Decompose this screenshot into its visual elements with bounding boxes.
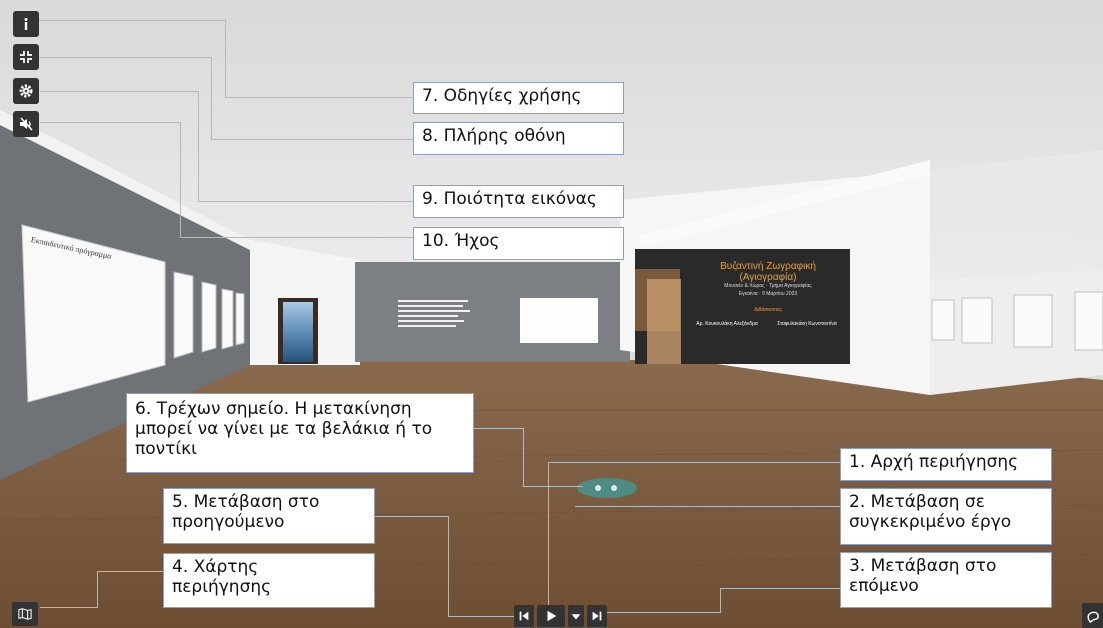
connector-6c: [523, 486, 583, 487]
connector-1: [548, 462, 840, 463]
callout-previous-line1: 5. Μετάβαση στο: [172, 492, 320, 512]
connector-8c: [211, 139, 415, 140]
skip-forward-icon: [592, 611, 602, 621]
connector-8b: [211, 57, 212, 139]
callout-tour-map-line1: 4. Χάρτης: [172, 557, 259, 577]
callout-specific-work-line1: 2. Μετάβαση σε: [849, 492, 985, 512]
poster-photo-person: [647, 279, 681, 364]
connector-3: [720, 588, 840, 589]
connector-6b: [523, 428, 524, 486]
callout-previous: 5. Μετάβαση στο προηγούμενο: [163, 488, 375, 544]
connector-4b: [97, 571, 98, 607]
connector-4: [97, 571, 163, 572]
work-select-dropdown[interactable]: [568, 605, 584, 627]
connector-3b: [720, 588, 721, 612]
sound-off-icon: [20, 117, 33, 131]
poster-line2: Εγκαίνια · 9 Μαρτίου 2023: [738, 291, 798, 297]
connector-1b: [548, 462, 549, 612]
corner-chat-button[interactable]: [1082, 603, 1103, 628]
connector-9b: [198, 91, 199, 201]
map-icon: [18, 608, 32, 620]
poster-speaker-1: Αρ. Κουκουλάκη Αλεξάνδρα: [696, 321, 758, 327]
connector-7c: [225, 97, 415, 98]
connector-2: [575, 506, 840, 507]
poster-line1: Μουσείο & Χώρος · Τμήμα Αγιογραφίας: [724, 283, 812, 289]
connector-3c: [597, 612, 721, 613]
chevron-down-icon: [571, 614, 581, 620]
connector-10: [40, 122, 180, 123]
callout-fullscreen: 8. Πλήρης οθόνη: [413, 122, 624, 155]
callout-specific-work: 2. Μετάβαση σε συγκεκριμένο έργο: [840, 488, 1052, 545]
connector-5: [373, 516, 448, 517]
callout-image-quality: 9. Ποιότητα εικόνας: [413, 185, 624, 218]
play-button[interactable]: [537, 605, 565, 627]
callout-current-point-line3: ποντίκι: [135, 439, 197, 459]
callout-sound: 10. Ήχος: [413, 227, 624, 260]
connector-4c: [40, 607, 98, 608]
tour-map-button[interactable]: [12, 602, 38, 626]
poster-speaker-2: Σταφυλακάκη Κωνσταντίνα: [777, 321, 837, 327]
previous-button[interactable]: [514, 605, 534, 627]
skip-back-icon: [519, 611, 529, 621]
callout-specific-work-line2: συγκεκριμένο έργο: [849, 512, 1012, 532]
callout-current-point-line1: 6. Τρέχων σημείο. Η μετακίνηση: [135, 399, 412, 419]
connector-8: [26, 57, 211, 58]
connector-6: [473, 428, 523, 429]
callout-previous-line2: προηγούμενο: [172, 512, 285, 532]
connector-10b: [180, 122, 181, 237]
fullscreen-button[interactable]: [13, 44, 39, 70]
fullscreen-exit-icon: [20, 51, 32, 63]
callout-next: 3. Μετάβαση στο επόμενο: [840, 552, 1052, 608]
settings-button[interactable]: [13, 78, 39, 104]
connector-10c: [180, 237, 415, 238]
play-icon: [547, 610, 557, 622]
connector-5b: [448, 516, 449, 616]
callout-instructions: 7. Οδηγίες χρήσης: [413, 82, 624, 114]
sound-button[interactable]: [13, 111, 39, 137]
connector-9: [40, 91, 198, 92]
connector-5c: [448, 616, 520, 617]
exhibition-poster: Βυζαντινή Ζωγραφική (Αγιογραφία) Μουσείο…: [635, 249, 850, 364]
gear-icon: [19, 84, 33, 98]
chat-icon: [1086, 611, 1099, 623]
connector-7b: [225, 20, 226, 97]
info-icon: [24, 18, 28, 30]
callout-current-point: 6. Τρέχων σημείο. Η μετακίνηση μπορεί να…: [126, 393, 474, 473]
connector-7: [26, 20, 226, 21]
callout-next-line2: επόμενο: [849, 576, 919, 596]
next-button[interactable]: [587, 605, 607, 627]
callout-tour-start: 1. Αρχή περιήγησης: [840, 448, 1052, 481]
poster-speakers-label: Διδάσκοντες: [754, 307, 782, 313]
callout-current-point-line2: μπορεί να γίνει με τα βελάκια ή το: [135, 419, 433, 439]
callout-tour-map: 4. Χάρτης περιήγησης: [163, 553, 375, 608]
callout-tour-map-line2: περιήγησης: [172, 577, 272, 597]
info-button[interactable]: [13, 11, 39, 37]
poster-title: Βυζαντινή Ζωγραφική (Αγιογραφία): [720, 261, 816, 283]
connector-9c: [198, 201, 415, 202]
callout-next-line1: 3. Μετάβαση στο: [849, 556, 997, 576]
